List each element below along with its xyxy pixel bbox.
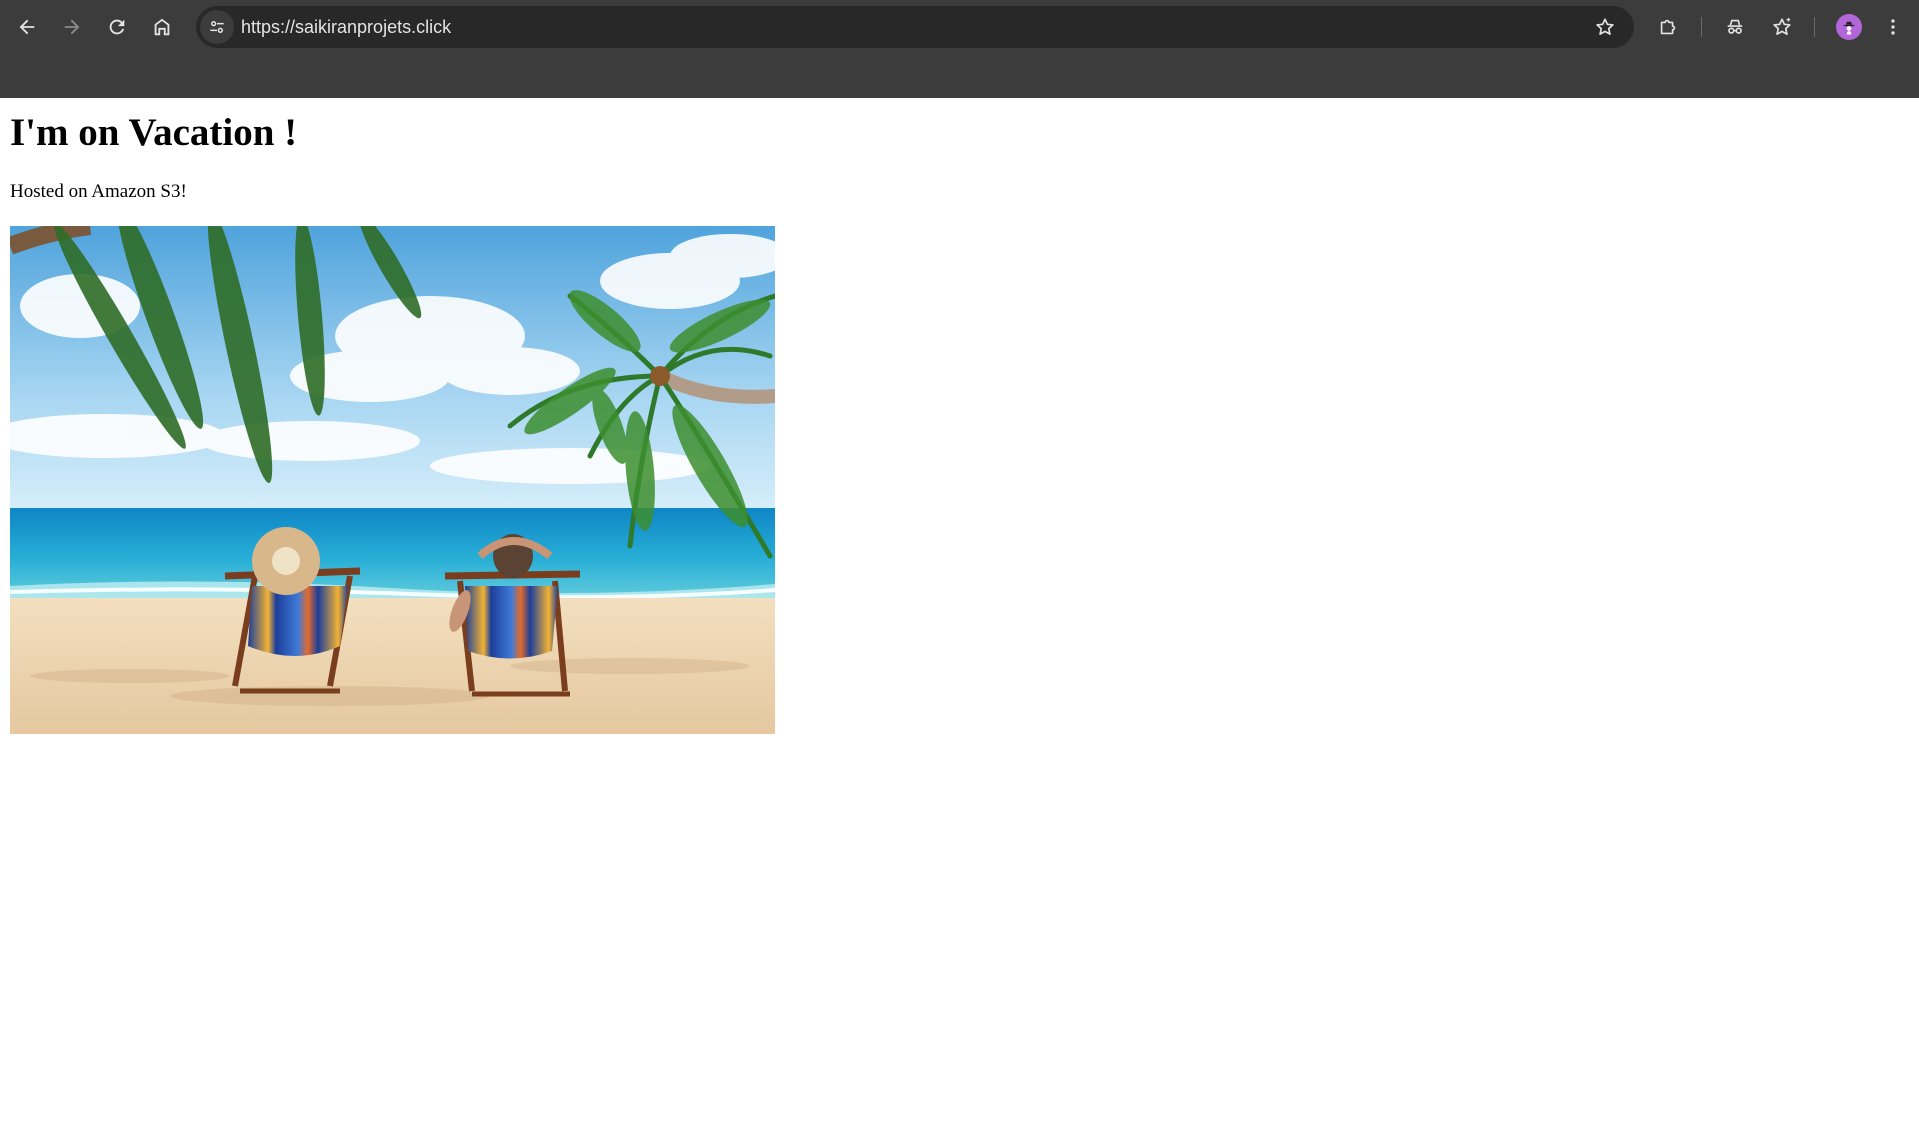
browser-chrome: https://saikiranprojets.click (0, 0, 1919, 98)
toolbar-separator (1814, 17, 1815, 37)
beach-illustration (10, 226, 775, 734)
incognito-icon (1727, 19, 1743, 34)
url-text[interactable]: https://saikiranprojets.click (241, 6, 451, 48)
kebab-menu-icon (1891, 19, 1895, 35)
bookmarks-star-icon (1773, 17, 1791, 35)
page-subtitle: Hosted on Amazon S3! (10, 181, 187, 202)
reload-icon (109, 19, 125, 35)
home-icon (154, 18, 170, 36)
vacation-beach-image (10, 226, 775, 734)
toolbar-separator (1701, 17, 1702, 37)
bookmark-page-button[interactable] (1590, 12, 1620, 42)
reload-button[interactable] (99, 9, 135, 45)
arrow-right-icon (64, 19, 80, 35)
forward-button[interactable] (54, 9, 90, 45)
bookmarks-button[interactable] (1764, 9, 1800, 45)
page-heading: I'm on Vacation ! (10, 111, 298, 154)
page-content: I'm on Vacation ! Hosted on Amazon S3! (0, 98, 1919, 1147)
profile-avatar-button[interactable] (1836, 14, 1862, 40)
browser-menu-button[interactable] (1875, 9, 1911, 45)
arrow-left-icon (19, 19, 35, 35)
puzzle-icon (1660, 19, 1676, 35)
extensions-button[interactable] (1650, 9, 1686, 45)
avatar-icon (1843, 21, 1855, 35)
home-button[interactable] (144, 9, 180, 45)
back-button[interactable] (9, 9, 45, 45)
site-info-button[interactable] (200, 10, 234, 44)
browser-toolbar: https://saikiranprojets.click (0, 0, 1919, 54)
incognito-button[interactable] (1717, 9, 1753, 45)
tune-icon (210, 20, 224, 33)
address-bar[interactable]: https://saikiranprojets.click (196, 6, 1634, 48)
star-icon (1596, 18, 1614, 35)
